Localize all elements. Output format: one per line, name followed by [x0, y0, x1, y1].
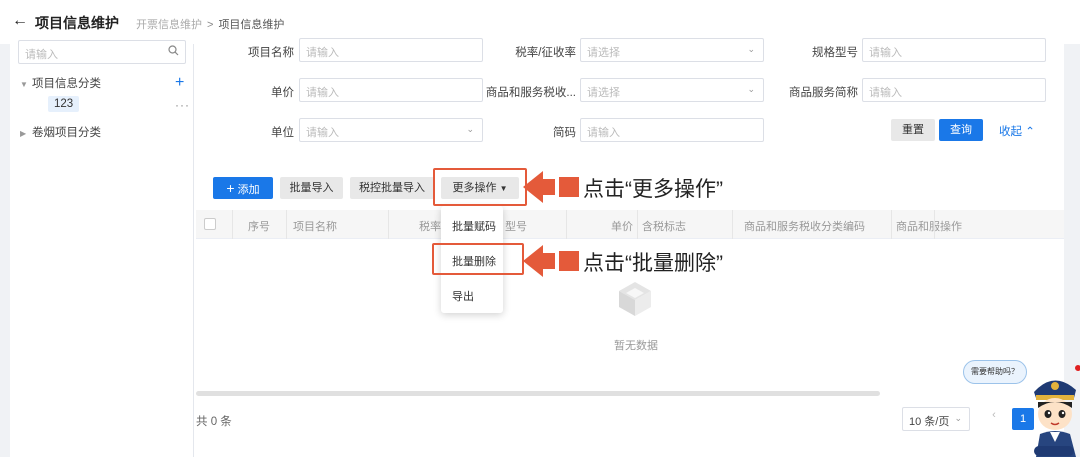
- empty-box-icon: [616, 280, 654, 318]
- filter-label-name: 项目名称: [248, 47, 294, 59]
- tree-item-123[interactable]: 123: [48, 96, 80, 112]
- short-name-input[interactable]: 请输入: [862, 78, 1046, 102]
- more-dots-icon[interactable]: ···: [175, 98, 190, 112]
- table-header: 序号 项目名称 税率 型号 单价 含税标志 商品和服务税收分类编码 商品和服 操…: [196, 210, 1064, 239]
- total-count: 共 0 条: [196, 416, 232, 428]
- category-sidebar: 请输入 ▼ 项目信息分类 + 123 ··· ▶ 卷烟项目分类: [10, 40, 194, 457]
- column-header-index: 序号: [248, 221, 270, 233]
- filter-label-tax-rate: 税率/征收率: [515, 47, 576, 59]
- unit-price-input[interactable]: 请输入: [299, 78, 483, 102]
- select-placeholder: 请选择: [587, 87, 620, 99]
- page-size-select[interactable]: 10 条/页 ⌄: [902, 407, 970, 431]
- collapse-filters-link[interactable]: 收起 ⌃: [999, 123, 1035, 139]
- column-divider: [891, 210, 892, 239]
- caret-down-icon[interactable]: ▼: [20, 80, 32, 89]
- annotation-text-delete: 点击“批量删除”: [583, 252, 723, 275]
- help-bubble[interactable]: 需要帮助吗？: [963, 360, 1027, 384]
- input-placeholder: 请输入: [306, 47, 339, 59]
- chevron-down-icon: ⌄: [954, 413, 962, 423]
- menu-item-export[interactable]: 导出: [452, 288, 474, 304]
- column-divider: [732, 210, 733, 239]
- project-name-input[interactable]: 请输入: [299, 38, 483, 62]
- tree-item-project-category[interactable]: ▼ 项目信息分类: [20, 75, 101, 91]
- reset-button[interactable]: 重置: [891, 119, 935, 141]
- filter-label-code: 简码: [553, 127, 576, 139]
- filter-label-unit: 单位: [271, 127, 294, 139]
- menu-item-batch-assign-code[interactable]: 批量赋码: [452, 218, 496, 234]
- page-size-value: 10 条/页: [909, 416, 950, 428]
- sidebar-search-placeholder: 请输入: [25, 49, 58, 61]
- tree-item-label: 123: [48, 96, 80, 112]
- filter-label-spec: 规格型号: [812, 47, 858, 59]
- back-arrow-icon[interactable]: ←: [12, 12, 28, 30]
- column-divider: [566, 210, 567, 239]
- column-header-name: 项目名称: [293, 221, 337, 233]
- horizontal-scrollbar[interactable]: [196, 391, 880, 396]
- column-header-unit-price: 单价: [611, 221, 633, 233]
- column-header-tax-code: 商品和服务税收分类编码: [744, 221, 865, 233]
- input-placeholder: 请输入: [306, 127, 339, 139]
- prev-page-icon[interactable]: ‹: [984, 409, 1004, 421]
- select-placeholder: 请选择: [587, 47, 620, 59]
- annotation-text-more: 点击“更多操作”: [583, 178, 723, 201]
- annotation-arrow-icon: [521, 169, 579, 205]
- input-placeholder: 请输入: [869, 87, 902, 99]
- filter-label-tax-code: 商品和服务税收...: [485, 87, 576, 99]
- column-header-model: 型号: [505, 221, 527, 233]
- column-header-actions: 操作: [940, 221, 962, 233]
- tax-assistant-mascot-icon[interactable]: [1028, 362, 1080, 457]
- collapse-label: 收起: [999, 126, 1022, 138]
- add-button[interactable]: + 添加: [213, 177, 273, 199]
- spec-model-input[interactable]: 请输入: [862, 38, 1046, 62]
- query-button[interactable]: 查询: [939, 119, 983, 141]
- tax-batch-import-button[interactable]: 税控批量导入: [350, 177, 434, 199]
- highlight-box-batch-delete: [432, 243, 524, 275]
- breadcrumb-item[interactable]: 开票信息维护: [136, 19, 202, 31]
- column-divider: [388, 210, 389, 239]
- sidebar-search-input[interactable]: 请输入: [18, 40, 186, 64]
- annotation-arrow-icon: [521, 243, 579, 279]
- batch-import-button[interactable]: 批量导入: [280, 177, 343, 199]
- left-gutter: [0, 44, 10, 457]
- breadcrumb-current: 项目信息维护: [218, 19, 285, 31]
- input-placeholder: 请输入: [306, 87, 339, 99]
- empty-state-text: 暂无数据: [614, 340, 658, 352]
- add-category-icon[interactable]: +: [175, 75, 184, 91]
- filter-label-short-name: 商品服务简称: [789, 87, 858, 99]
- breadcrumb-separator: >: [207, 19, 214, 31]
- chevron-up-icon: ⌃: [1025, 126, 1035, 138]
- filter-label-unit-price: 单价: [271, 87, 294, 99]
- tax-rate-select[interactable]: 请选择 ⌄: [580, 38, 764, 62]
- page-title: 项目信息维护: [35, 15, 119, 31]
- highlight-box-more-actions: [433, 168, 527, 206]
- column-divider: [286, 210, 287, 239]
- input-placeholder: 请输入: [587, 127, 620, 139]
- column-header-tax-rate: 税率: [419, 221, 441, 233]
- unit-select[interactable]: 请输入 ⌄: [299, 118, 483, 142]
- input-placeholder: 请输入: [869, 47, 902, 59]
- column-divider: [934, 210, 935, 239]
- short-code-input[interactable]: 请输入: [580, 118, 764, 142]
- tree-item-label: 卷烟项目分类: [32, 127, 101, 139]
- add-label: 添加: [237, 184, 260, 196]
- tax-code-select[interactable]: 请选择 ⌄: [580, 78, 764, 102]
- plus-icon: +: [226, 180, 235, 196]
- tree-item-cigarette-category[interactable]: ▶ 卷烟项目分类: [20, 124, 101, 140]
- tree-item-label: 项目信息分类: [32, 78, 101, 90]
- select-all-checkbox[interactable]: [204, 218, 216, 230]
- search-icon[interactable]: [168, 45, 179, 59]
- column-header-tax-flag: 含税标志: [642, 221, 686, 233]
- column-divider: [637, 210, 638, 239]
- breadcrumb: 开票信息维护 > 项目信息维护: [136, 16, 284, 32]
- caret-right-icon[interactable]: ▶: [20, 129, 32, 138]
- column-divider: [232, 210, 233, 239]
